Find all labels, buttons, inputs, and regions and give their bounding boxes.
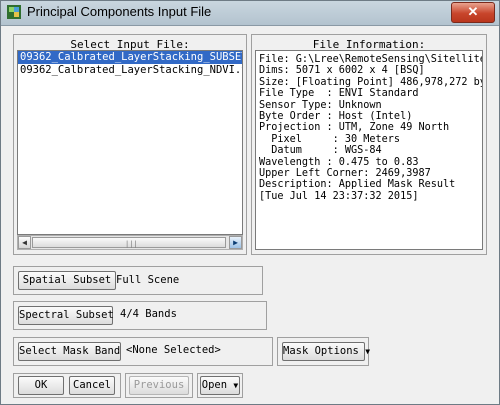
select-mask-band-button[interactable]: Select Mask Band xyxy=(18,342,121,361)
close-button[interactable]: ✕ xyxy=(451,2,495,23)
spectral-subset-value: 4/4 Bands xyxy=(120,308,177,320)
ok-cancel-group: OK Cancel xyxy=(13,373,121,398)
input-file-list[interactable]: 09362_Calbrated_LayerStacking_SUBSET.tif… xyxy=(17,50,243,235)
scrollbar-thumb[interactable]: ||| xyxy=(32,237,226,248)
info-sensor-type: Sensor Type: Unknown xyxy=(259,99,382,111)
mask-band-value: <None Selected> xyxy=(126,344,221,356)
mask-options-label: Mask Options xyxy=(283,345,359,357)
info-pixel: Pixel : 30 Meters xyxy=(259,133,401,145)
open-dropdown-arrow-icon: ▼ xyxy=(233,381,239,390)
info-wavelength: Wavelength : 0.475 to 0.83 xyxy=(259,156,419,168)
file-list-item-ndvi[interactable]: 09362_Calbrated_LayerStacking_NDVI.tif xyxy=(18,64,242,77)
info-timestamp: [Tue Jul 14 23:37:32 2015] xyxy=(259,190,419,202)
info-description: Description: Applied Mask Result xyxy=(259,179,456,191)
info-size: Size: [Floating Point] 486,978,272 bytes… xyxy=(259,76,482,88)
scrollbar-grip-icon: ||| xyxy=(125,240,138,248)
input-file-panel: Select Input File: 09362_Calbrated_Layer… xyxy=(13,34,247,255)
file-list-horizontal-scrollbar[interactable]: ◀ ||| ▶ xyxy=(17,235,243,250)
spatial-subset-value: Full Scene xyxy=(116,274,180,286)
close-icon: ✕ xyxy=(467,4,479,19)
file-list-item-subset[interactable]: 09362_Calbrated_LayerStacking_SUBSET.tif xyxy=(18,51,242,64)
dropdown-arrow-icon: ▼ xyxy=(365,347,371,356)
info-file-type: File Type : ENVI Standard xyxy=(259,88,419,100)
info-byte-order: Byte Order : Host (Intel) xyxy=(259,110,413,122)
scroll-right-arrow-icon[interactable]: ▶ xyxy=(229,236,242,249)
cancel-button[interactable]: Cancel xyxy=(69,376,115,395)
open-button-label: Open xyxy=(201,379,228,391)
info-dims: Dims: 5071 x 6002 x 4 [BSQ] xyxy=(259,65,425,77)
open-button[interactable]: Open ▼ xyxy=(200,376,240,395)
principal-components-input-dialog: Principal Components Input File ✕ Select… xyxy=(0,0,500,405)
envi-app-icon xyxy=(7,5,21,19)
previous-group: Previous xyxy=(125,373,193,398)
title-bar[interactable]: Principal Components Input File ✕ xyxy=(1,1,499,26)
file-information-panel: File Information: File: G:\Lree\RemoteSe… xyxy=(251,34,487,255)
window-title: Principal Components Input File xyxy=(27,4,212,19)
info-datum: Datum : WGS-84 xyxy=(259,145,382,157)
spatial-subset-button[interactable]: Spatial Subset xyxy=(18,271,116,290)
ok-button[interactable]: OK xyxy=(18,376,64,395)
spatial-subset-row: Spatial Subset Full Scene xyxy=(13,266,263,295)
info-file-path: File: G:\Lree\RemoteSensing\Sitellite\HJ… xyxy=(259,54,482,65)
info-projection: Projection : UTM, Zone 49 North xyxy=(259,122,450,134)
mask-band-row: Select Mask Band <None Selected> xyxy=(13,337,273,366)
mask-options-button[interactable]: Mask Options ▼ xyxy=(282,342,370,361)
file-information-text: File: G:\Lree\RemoteSensing\Sitellite\HJ… xyxy=(255,50,483,250)
info-upper-left-corner: Upper Left Corner: 2469,3987 xyxy=(259,167,431,179)
previous-button[interactable]: Previous xyxy=(129,376,189,395)
spectral-subset-button[interactable]: Spectral Subset xyxy=(18,306,114,325)
open-group: Open ▼ xyxy=(197,373,243,398)
spectral-subset-row: Spectral Subset 4/4 Bands xyxy=(13,301,267,330)
mask-options-row: Mask Options ▼ xyxy=(277,337,370,366)
scroll-left-arrow-icon[interactable]: ◀ xyxy=(18,236,31,249)
